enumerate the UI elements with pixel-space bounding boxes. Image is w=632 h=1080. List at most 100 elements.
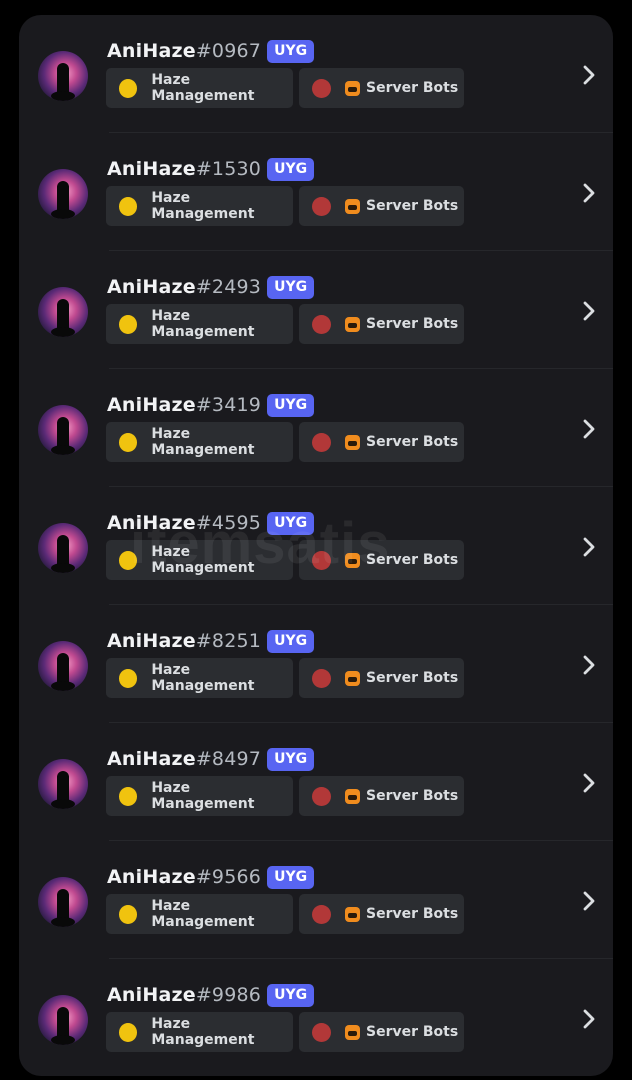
role-chip-haze-management[interactable]: Haze Management	[106, 422, 293, 462]
member-list: AniHaze #0967 UYG Haze Management Server B…	[19, 15, 613, 1076]
member-name: AniHaze #8251 UYG	[107, 627, 315, 655]
member-row[interactable]: AniHaze #4595 UYG Haze Management Server B…	[19, 487, 613, 605]
avatar[interactable]	[38, 405, 88, 455]
role-label: Server Bots	[366, 198, 459, 214]
role-chip-server-bots[interactable]: Server Bots	[299, 422, 464, 462]
role-color-dot	[119, 904, 138, 924]
role-label: Server Bots	[366, 80, 459, 96]
role-chip-haze-management[interactable]: Haze Management	[106, 68, 293, 108]
role-chip-haze-management[interactable]: Haze Management	[106, 186, 293, 226]
role-chip-haze-management[interactable]: Haze Management	[106, 540, 293, 580]
member-name: AniHaze #9566 UYG	[107, 863, 315, 891]
chevron-right-icon[interactable]	[579, 770, 599, 796]
tag-badge: UYG	[267, 39, 315, 63]
role-chip-server-bots[interactable]: Server Bots	[299, 894, 464, 934]
role-chip-haze-management[interactable]: Haze Management	[106, 776, 293, 816]
avatar[interactable]	[38, 287, 88, 337]
role-chip-server-bots[interactable]: Server Bots	[299, 776, 464, 816]
tag-badge: UYG	[267, 511, 315, 535]
tag-badge: UYG	[267, 157, 315, 181]
member-row[interactable]: AniHaze #3419 UYG Haze Management Server B…	[19, 369, 613, 487]
role-color-dot	[119, 78, 138, 98]
chevron-right-icon[interactable]	[579, 416, 599, 442]
avatar[interactable]	[38, 877, 88, 927]
member-row[interactable]: AniHaze #9566 UYG Haze Management Server B…	[19, 841, 613, 959]
role-label: Haze Management	[151, 780, 255, 812]
role-color-dot	[312, 668, 331, 688]
pumpkin-emoji-icon	[345, 1024, 360, 1040]
member-row[interactable]: AniHaze #2493 UYG Haze Management Server B…	[19, 251, 613, 369]
role-chip-server-bots[interactable]: Server Bots	[299, 68, 464, 108]
role-color-dot	[312, 786, 331, 806]
role-label: Haze Management	[151, 662, 255, 694]
role-chip-haze-management[interactable]: Haze Management	[106, 658, 293, 698]
discriminator: #3419	[195, 394, 262, 416]
pumpkin-emoji-icon	[345, 434, 360, 450]
username: AniHaze	[107, 158, 196, 180]
username: AniHaze	[107, 748, 196, 770]
member-row[interactable]: AniHaze #1530 UYG Haze Management Server B…	[19, 133, 613, 251]
role-chip-haze-management[interactable]: Haze Management	[106, 304, 293, 344]
role-label: Server Bots	[366, 788, 459, 804]
role-chip-server-bots[interactable]: Server Bots	[299, 186, 464, 226]
chevron-right-icon[interactable]	[579, 1006, 599, 1032]
discriminator: #8497	[195, 748, 262, 770]
discriminator: #9566	[195, 866, 262, 888]
role-chip-server-bots[interactable]: Server Bots	[299, 540, 464, 580]
role-label: Haze Management	[151, 190, 255, 222]
role-chip-server-bots[interactable]: Server Bots	[299, 1012, 464, 1052]
chevron-right-icon[interactable]	[579, 534, 599, 560]
member-name: AniHaze #3419 UYG	[107, 391, 315, 419]
username: AniHaze	[107, 40, 196, 62]
chevron-right-icon[interactable]	[579, 652, 599, 678]
tag-badge: UYG	[267, 275, 315, 299]
role-chip-haze-management[interactable]: Haze Management	[106, 1012, 293, 1052]
username: AniHaze	[107, 984, 196, 1006]
role-label: Haze Management	[151, 1016, 255, 1048]
role-color-dot	[119, 1022, 138, 1042]
chevron-right-icon[interactable]	[579, 180, 599, 206]
avatar[interactable]	[38, 169, 88, 219]
role-label: Haze Management	[151, 308, 255, 340]
role-color-dot	[312, 196, 331, 216]
tag-badge: UYG	[267, 983, 315, 1007]
role-color-dot	[119, 196, 138, 216]
avatar[interactable]	[38, 759, 88, 809]
chevron-right-icon[interactable]	[579, 62, 599, 88]
discriminator: #2493	[195, 276, 262, 298]
member-row[interactable]: AniHaze #0967 UYG Haze Management Server B…	[19, 15, 613, 133]
discriminator: #0967	[195, 40, 262, 62]
avatar[interactable]	[38, 51, 88, 101]
role-color-dot	[119, 432, 138, 452]
username: AniHaze	[107, 866, 196, 888]
role-chip-server-bots[interactable]: Server Bots	[299, 304, 464, 344]
role-label: Haze Management	[151, 426, 255, 458]
discriminator: #9986	[195, 984, 262, 1006]
member-row[interactable]: AniHaze #9986 UYG Haze Management Server B…	[19, 959, 613, 1076]
role-color-dot	[312, 550, 331, 570]
role-label: Server Bots	[366, 552, 459, 568]
member-name: AniHaze #2493 UYG	[107, 273, 315, 301]
username: AniHaze	[107, 630, 196, 652]
username: AniHaze	[107, 394, 196, 416]
username: AniHaze	[107, 512, 196, 534]
member-row[interactable]: AniHaze #8251 UYG Haze Management Server B…	[19, 605, 613, 723]
avatar[interactable]	[38, 523, 88, 573]
role-color-dot	[312, 432, 331, 452]
role-color-dot	[119, 314, 138, 334]
discriminator: #4595	[195, 512, 262, 534]
role-chip-server-bots[interactable]: Server Bots	[299, 658, 464, 698]
pumpkin-emoji-icon	[345, 788, 360, 804]
tag-badge: UYG	[267, 865, 315, 889]
role-chip-haze-management[interactable]: Haze Management	[106, 894, 293, 934]
avatar[interactable]	[38, 995, 88, 1045]
role-color-dot	[119, 786, 138, 806]
pumpkin-emoji-icon	[345, 316, 360, 332]
member-row[interactable]: AniHaze #8497 UYG Haze Management Server B…	[19, 723, 613, 841]
chevron-right-icon[interactable]	[579, 298, 599, 324]
avatar[interactable]	[38, 641, 88, 691]
chevron-right-icon[interactable]	[579, 888, 599, 914]
pumpkin-emoji-icon	[345, 198, 360, 214]
role-color-dot	[312, 78, 331, 98]
role-color-dot	[312, 314, 331, 334]
